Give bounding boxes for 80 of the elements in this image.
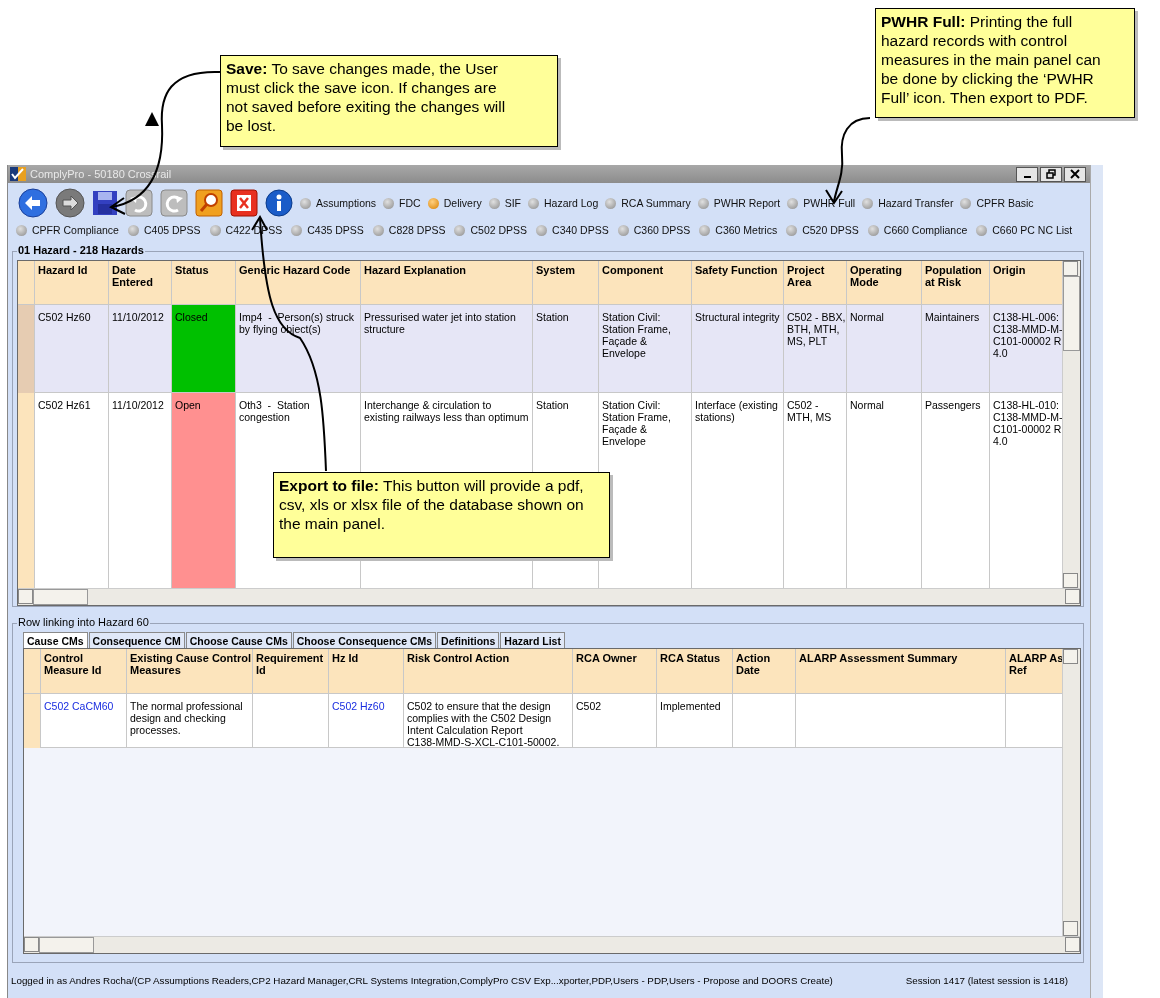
restore-button[interactable] xyxy=(1040,166,1062,182)
table-cell: Implemented xyxy=(657,694,733,748)
report-option[interactable]: C660 PC NC List xyxy=(976,224,1073,236)
close-icon xyxy=(1070,169,1080,179)
column-header[interactable]: RCA Status xyxy=(657,649,733,693)
report-option[interactable]: C520 DPSS xyxy=(786,224,859,236)
report-option[interactable]: Assumptions xyxy=(300,197,377,209)
report-option[interactable]: Hazard Log xyxy=(528,197,599,209)
table-cell: C502 to ensure that the design complies with the C502 Design Intent Calculation Report C138-MMD-S-XCL-C101-50002. xyxy=(404,694,573,748)
column-header[interactable]: System xyxy=(533,261,599,304)
report-option[interactable]: CPFR Basic xyxy=(960,197,1034,209)
link[interactable]: C502 Hz60 xyxy=(329,694,404,748)
search-icon[interactable] xyxy=(195,189,223,217)
horizontal-scrollbar[interactable] xyxy=(18,588,1080,605)
column-header[interactable]: Existing Cause Control Measures xyxy=(127,649,253,693)
tab[interactable]: Choose Cause CMs xyxy=(185,632,292,648)
tab[interactable]: Choose Consequence CMs xyxy=(292,632,437,648)
column-header[interactable]: Control Measure Id xyxy=(41,649,127,693)
column-header[interactable]: Date Entered xyxy=(109,261,172,304)
callout-note: PWHR Full: Printing the full hazard records with control measures in the main panel can be done by clicking the ‘PWHR Full’ icon. Then export to PDF. xyxy=(875,8,1135,118)
report-option[interactable]: FDC xyxy=(383,197,421,209)
report-option[interactable]: C340 DPSS xyxy=(536,224,609,236)
report-option[interactable]: Delivery xyxy=(427,197,482,209)
vertical-scrollbar[interactable] xyxy=(1062,261,1080,588)
report-option[interactable]: C828 DPSS xyxy=(372,224,446,236)
callout-note: Export to file: This button will provide a pdf, csv, xls or xlsx file of the database shown on the main panel. xyxy=(273,472,610,558)
column-header[interactable]: RCA Owner xyxy=(573,649,657,693)
report-option[interactable]: C405 DPSS xyxy=(127,224,201,236)
report-option[interactable]: C502 DPSS xyxy=(454,224,528,236)
report-option[interactable]: C360 Metrics xyxy=(699,224,778,236)
restore-icon xyxy=(1046,169,1056,179)
export-icon[interactable] xyxy=(230,189,258,217)
column-header[interactable]: Project Area xyxy=(784,261,847,304)
minimize-icon xyxy=(1023,176,1031,178)
close-button[interactable] xyxy=(1064,166,1086,182)
column-header[interactable]: Component xyxy=(599,261,692,304)
column-header[interactable]: Action Date xyxy=(733,649,796,693)
undo-icon[interactable] xyxy=(125,189,153,217)
column-header[interactable]: Requirement Id xyxy=(253,649,329,693)
column-header[interactable]: ALARP Assessment Summary xyxy=(796,649,1006,693)
column-header[interactable]: Safety Function xyxy=(692,261,784,304)
tab[interactable]: Consequence CM xyxy=(88,632,185,648)
column-header[interactable]: Hazard Id xyxy=(35,261,109,304)
minimize-button[interactable] xyxy=(1016,166,1038,182)
report-option[interactable]: PWHR Full xyxy=(787,197,856,209)
table-cell: The normal professional design and checking processes. xyxy=(127,694,253,748)
table-row[interactable] xyxy=(18,305,1062,393)
column-header[interactable]: Status xyxy=(172,261,236,304)
column-header[interactable]: Risk Control Action xyxy=(404,649,573,693)
report-option[interactable]: Hazard Transfer xyxy=(862,197,954,209)
link[interactable]: C502 CaCM60 xyxy=(41,694,127,748)
table-cell: C502 xyxy=(573,694,657,748)
session-text: Session 1417 (latest session is 1418) xyxy=(905,975,1068,986)
app-logo-icon xyxy=(10,167,26,181)
report-option[interactable]: CPFR Compliance xyxy=(16,224,119,236)
report-option[interactable]: PWHR Report xyxy=(697,197,781,209)
login-status-text: Logged in as Andres Rocha/(CP Assumptions Readers,CP2 Hazard Manager,CRL Systems Integration,ComplyPro CSV Exp...xporter,PDP,Users - PDP,Users - Propose and DOORS Create) xyxy=(11,975,833,986)
column-header[interactable]: Hazard Explanation xyxy=(361,261,533,304)
tab[interactable]: Hazard List xyxy=(500,632,565,648)
column-header[interactable]: Hz Id xyxy=(329,649,404,693)
report-option[interactable]: SIF xyxy=(488,197,521,209)
tab[interactable]: Cause CMs xyxy=(23,632,88,648)
horizontal-scrollbar[interactable] xyxy=(24,936,1080,953)
table-cell: Closed xyxy=(172,305,236,393)
tab[interactable]: Definitions xyxy=(437,632,500,648)
redo-icon[interactable] xyxy=(160,189,188,217)
report-option[interactable]: RCA Summary xyxy=(605,197,691,209)
column-header[interactable]: Population at Risk xyxy=(922,261,990,304)
vertical-scrollbar[interactable] xyxy=(1062,649,1080,936)
table-cell: Open xyxy=(172,393,236,588)
triangle-icon xyxy=(145,112,159,126)
column-header[interactable]: Operating Mode xyxy=(847,261,922,304)
save-icon[interactable] xyxy=(92,189,118,217)
panel-title: 01 Hazard - 218 Hazards xyxy=(17,244,145,256)
report-option[interactable]: C660 Compliance xyxy=(867,224,968,236)
callout-note: Save: To save changes made, the User must click the save icon. If changes are not saved before exiting the changes will be lost. xyxy=(220,55,558,147)
report-option[interactable]: C435 DPSS xyxy=(291,224,364,236)
panel-title: Row linking into Hazard 60 xyxy=(17,616,150,628)
report-option[interactable]: C360 DPSS xyxy=(617,224,691,236)
info-icon[interactable] xyxy=(265,189,293,217)
